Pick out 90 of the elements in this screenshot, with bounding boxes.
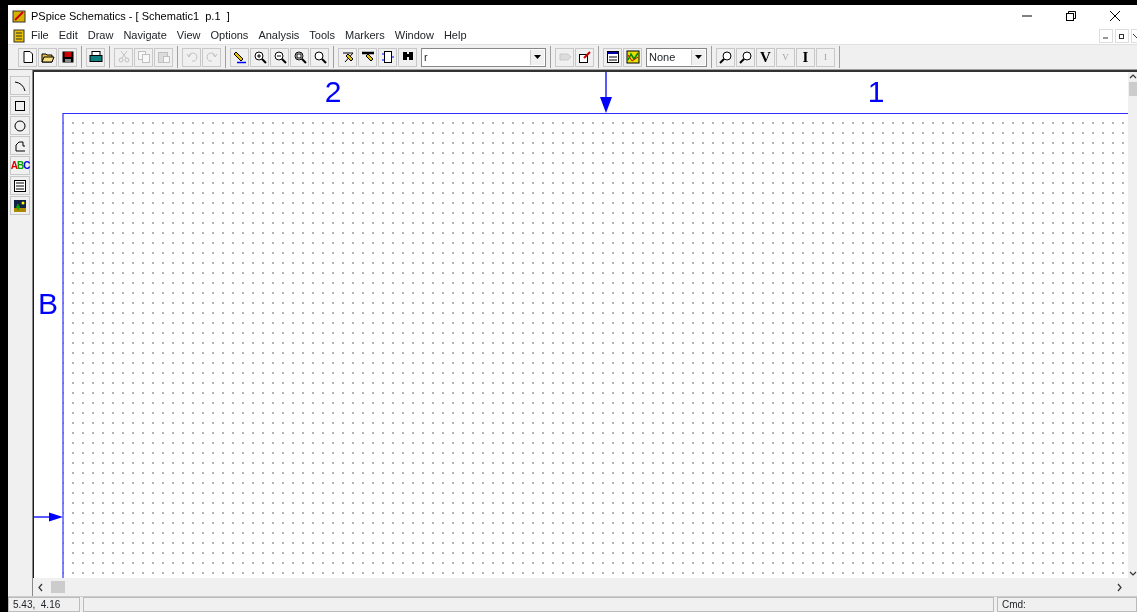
menu-item[interactable]: Options bbox=[205, 27, 254, 44]
dropdown-field[interactable]: r bbox=[421, 47, 546, 67]
toolbar-button[interactable] bbox=[250, 47, 269, 67]
menu-item[interactable]: View bbox=[171, 27, 206, 44]
dropdown-field[interactable]: None bbox=[646, 47, 707, 67]
menu-item[interactable]: Analysis bbox=[253, 27, 305, 44]
close-icon[interactable] bbox=[1108, 9, 1122, 23]
scroll-thumb[interactable] bbox=[51, 581, 65, 593]
copy-icon bbox=[136, 50, 151, 64]
toolbar-button[interactable] bbox=[58, 47, 77, 67]
toolbar-button[interactable] bbox=[18, 47, 37, 67]
printer-icon bbox=[88, 50, 103, 64]
toolbar-button[interactable] bbox=[290, 47, 309, 67]
draw-tool-button[interactable] bbox=[10, 116, 30, 135]
scroll-thumb[interactable] bbox=[1128, 82, 1137, 96]
draw-tool-button[interactable] bbox=[10, 196, 30, 215]
window-icon bbox=[605, 50, 620, 64]
menu-item[interactable]: Help bbox=[438, 27, 472, 44]
toolbar-button[interactable] bbox=[338, 47, 357, 67]
app-icon bbox=[12, 9, 26, 23]
scroll-right-icon[interactable] bbox=[1115, 582, 1123, 592]
child-close-icon[interactable] bbox=[1131, 28, 1137, 43]
toolbar-button[interactable] bbox=[358, 47, 377, 67]
window-title: PSpice Schematics - [ Schematic1 p.1 ] bbox=[31, 8, 230, 24]
toolbar-button[interactable] bbox=[736, 47, 755, 67]
clipboard-icon bbox=[156, 50, 171, 64]
wire-pencil-icon bbox=[340, 50, 355, 64]
redo-icon bbox=[204, 50, 219, 64]
toolbar-button[interactable] bbox=[398, 47, 417, 67]
menu-item[interactable]: Navigate bbox=[118, 27, 172, 44]
toolbar-button[interactable] bbox=[38, 47, 57, 67]
menu-item[interactable]: Window bbox=[389, 27, 439, 44]
menu-item[interactable]: Tools bbox=[304, 27, 341, 44]
command-label: Cmd: bbox=[997, 597, 1137, 612]
marker-button[interactable]: V bbox=[756, 47, 775, 67]
undo-icon bbox=[184, 50, 199, 64]
block-icon bbox=[380, 50, 395, 64]
document-icon bbox=[12, 28, 26, 43]
zoom-in-icon bbox=[252, 50, 267, 64]
toolbar-button[interactable] bbox=[86, 47, 105, 67]
menu-item[interactable]: Markers bbox=[340, 27, 390, 44]
probe-icon bbox=[718, 50, 733, 64]
toolbar-button[interactable] bbox=[575, 47, 594, 67]
menu-item[interactable]: Edit bbox=[53, 27, 83, 44]
toolbar-button[interactable] bbox=[270, 47, 289, 67]
rectangle-icon bbox=[13, 98, 27, 113]
text-box-icon bbox=[13, 178, 27, 193]
zoom-area-icon bbox=[292, 50, 307, 64]
restore-icon[interactable] bbox=[1064, 9, 1078, 23]
schematic-canvas[interactable]: 2 1 B bbox=[33, 72, 1128, 578]
zone-label: 1 bbox=[867, 77, 885, 107]
dropdown-caret-icon bbox=[534, 55, 541, 59]
scissors-icon bbox=[116, 50, 131, 64]
toolbar-button[interactable] bbox=[230, 47, 249, 67]
waveform-icon bbox=[625, 50, 640, 64]
new-file-icon bbox=[20, 50, 35, 64]
child-restore-icon[interactable] bbox=[1115, 28, 1129, 43]
menu-item[interactable]: File bbox=[26, 27, 54, 44]
marker-button[interactable]: I bbox=[796, 47, 815, 67]
bus-pencil-icon bbox=[360, 50, 375, 64]
edit-symbol-icon bbox=[577, 50, 592, 64]
toolbar-button[interactable] bbox=[378, 47, 397, 67]
down-arrow bbox=[600, 72, 612, 113]
scroll-down-icon[interactable] bbox=[1128, 570, 1137, 578]
zoom-out-icon bbox=[272, 50, 287, 64]
coordinates-text: 5.43, 4.16 bbox=[8, 597, 80, 612]
pencil-icon bbox=[232, 50, 247, 64]
scroll-left-icon[interactable] bbox=[37, 582, 45, 592]
scroll-up-icon[interactable] bbox=[1128, 72, 1137, 80]
zone-label: B bbox=[38, 289, 58, 319]
vertical-scrollbar[interactable] bbox=[1128, 72, 1137, 578]
draw-tool-button[interactable] bbox=[10, 176, 30, 195]
draw-tool-button[interactable] bbox=[10, 76, 30, 95]
draw-tool-button[interactable] bbox=[10, 96, 30, 115]
toolbar-button[interactable] bbox=[603, 47, 622, 67]
folder-icon bbox=[40, 50, 55, 64]
toolbar-button[interactable] bbox=[310, 47, 329, 67]
magnifier-icon bbox=[312, 50, 327, 64]
zone-label: 2 bbox=[324, 77, 342, 107]
probe-icon bbox=[738, 50, 753, 64]
menu-item[interactable]: Draw bbox=[82, 27, 119, 44]
polyline-icon bbox=[13, 138, 27, 153]
circle-icon bbox=[13, 118, 27, 133]
right-arrow bbox=[34, 512, 63, 522]
text-tool-button[interactable]: ABC bbox=[10, 156, 30, 175]
toolbar-button[interactable] bbox=[716, 47, 735, 67]
dropdown-caret-icon bbox=[695, 55, 702, 59]
part-icon bbox=[557, 50, 572, 64]
arc-icon bbox=[13, 78, 27, 93]
picture-icon bbox=[13, 198, 27, 213]
